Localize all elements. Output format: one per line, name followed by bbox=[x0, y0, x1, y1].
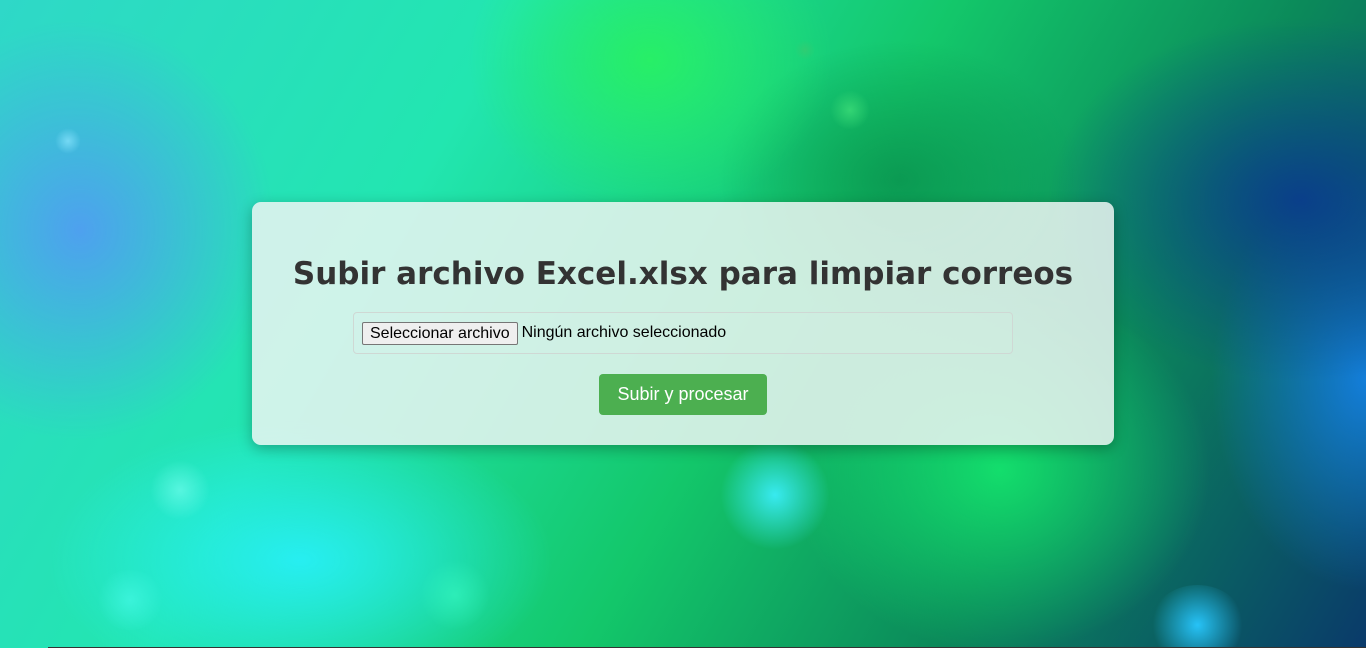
background-light-spot bbox=[830, 90, 870, 130]
choose-file-button[interactable]: Seleccionar archivo bbox=[362, 321, 518, 345]
background-light-spot bbox=[95, 570, 165, 630]
upload-card: Subir archivo Excel.xlsx para limpiar co… bbox=[252, 202, 1114, 445]
upload-process-button[interactable]: Subir y procesar bbox=[599, 374, 767, 415]
background-light-spot bbox=[1150, 585, 1245, 648]
page-title: Subir archivo Excel.xlsx para limpiar co… bbox=[292, 256, 1074, 292]
page-background: { "form": { "title": "Subir archivo Exce… bbox=[0, 0, 1366, 648]
file-input[interactable]: Seleccionar archivo Ningún archivo selec… bbox=[353, 312, 1013, 354]
background-light-spot bbox=[150, 460, 210, 520]
background-light-spot bbox=[420, 560, 490, 630]
background-light-spot bbox=[795, 40, 815, 60]
background-light-spot bbox=[720, 440, 830, 550]
file-status-text: Ningún archivo seleccionado bbox=[521, 324, 727, 341]
background-light-spot bbox=[55, 128, 81, 154]
